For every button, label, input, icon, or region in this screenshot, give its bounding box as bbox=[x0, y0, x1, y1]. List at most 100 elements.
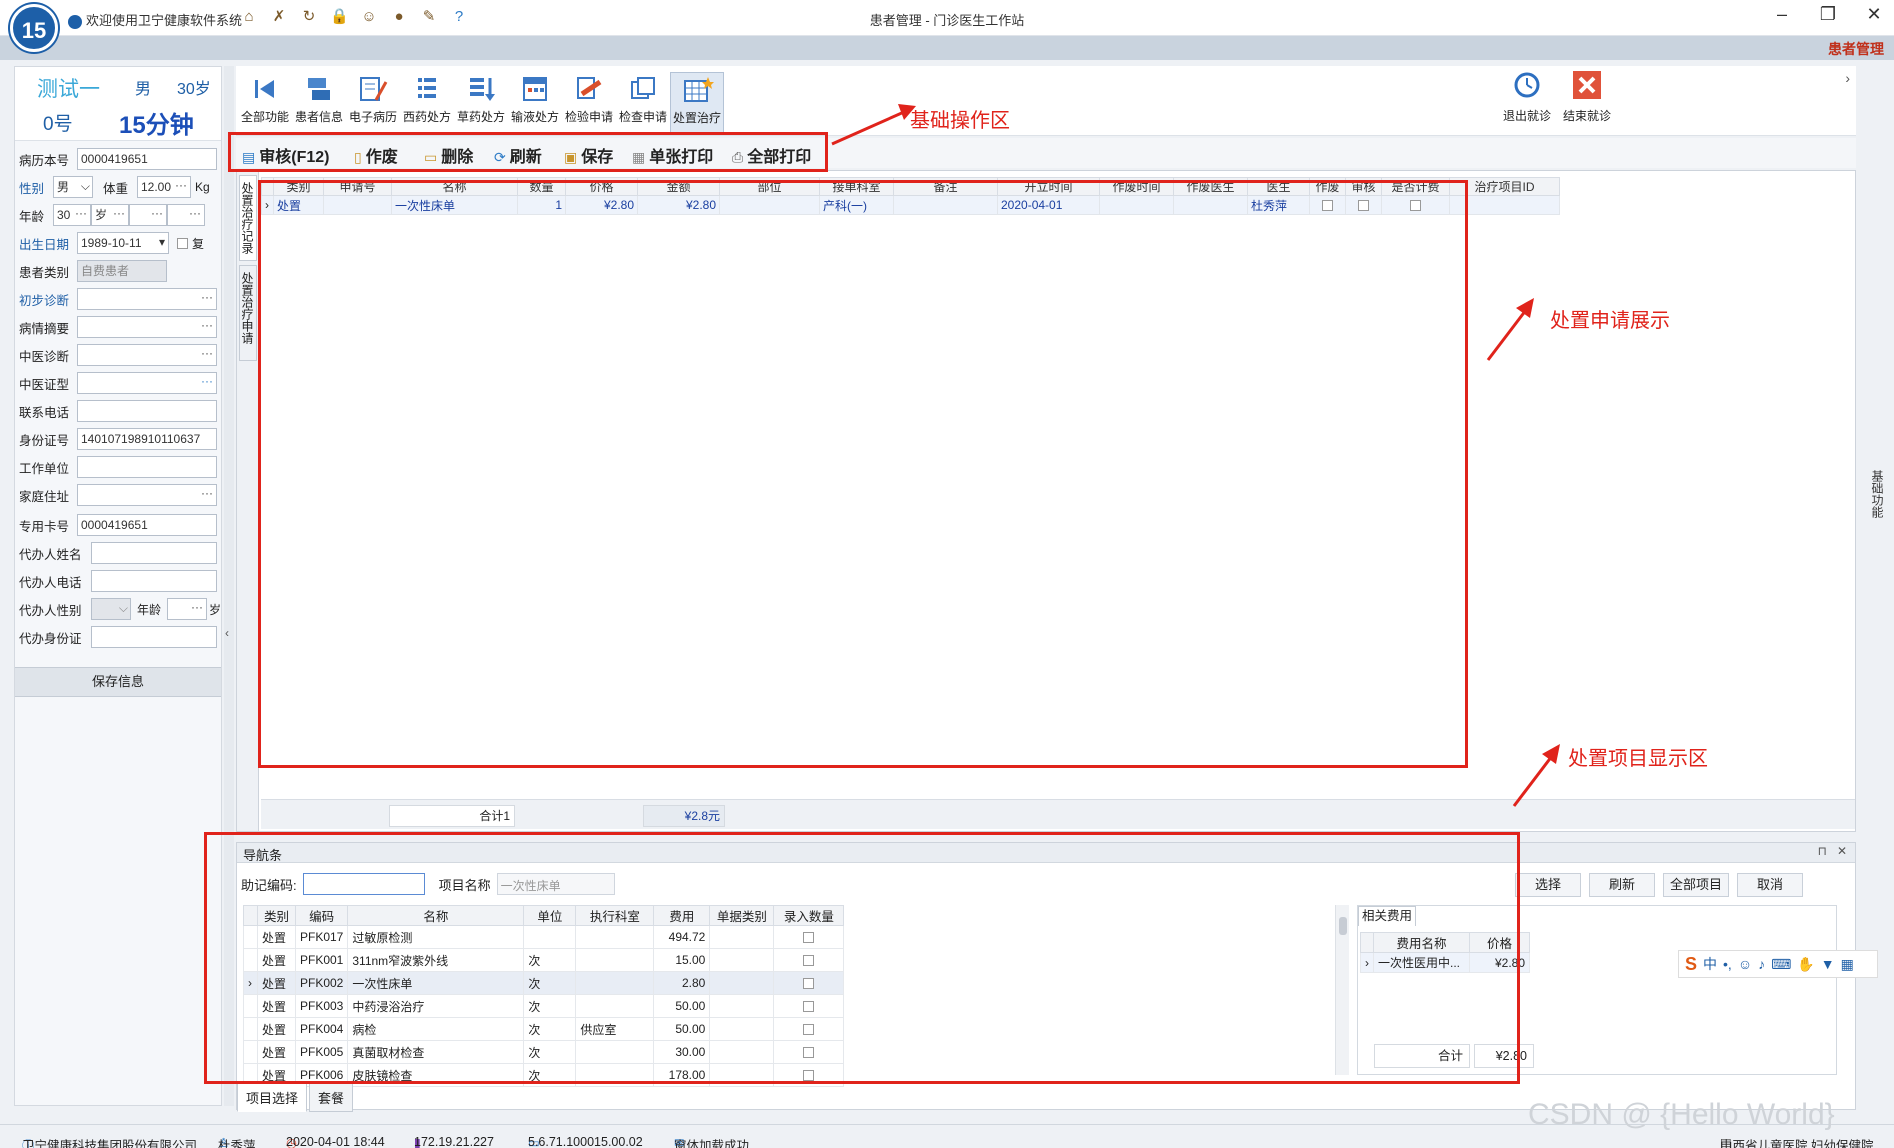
grid-header[interactable]: 部位 bbox=[719, 177, 820, 196]
age-month-field[interactable]: ··· bbox=[129, 204, 167, 226]
tab-treatment-records[interactable]: 处置治疗记录 bbox=[239, 175, 257, 261]
grid-header[interactable]: 开立时间 bbox=[997, 177, 1100, 196]
qty-checkbox[interactable] bbox=[803, 932, 815, 944]
print-one-button[interactable]: ▦ 单张打印 bbox=[632, 143, 713, 167]
globe-icon[interactable]: ● bbox=[390, 8, 408, 26]
grid-header[interactable]: 医生 bbox=[1247, 177, 1310, 196]
pin-icon[interactable]: ⊓ bbox=[1818, 844, 1827, 858]
related-col[interactable]: 费用名称 bbox=[1373, 932, 1470, 953]
menu-grid-icon[interactable]: ▦ bbox=[1841, 956, 1854, 973]
item-grid-col[interactable]: 录入数量 bbox=[773, 905, 845, 926]
help-icon[interactable]: ? bbox=[450, 8, 468, 26]
lock-icon[interactable]: 🔒 bbox=[330, 8, 349, 26]
all-items-button[interactable]: 全部项目 bbox=[1663, 873, 1729, 897]
grid-header[interactable]: 治疗项目ID bbox=[1449, 177, 1560, 196]
tab-item-select[interactable]: 项目选择 bbox=[237, 1083, 308, 1112]
birth-date-picker[interactable]: 1989-10-11 ▾ bbox=[77, 232, 169, 254]
item-grid-col[interactable]: 类别 bbox=[257, 905, 296, 926]
card-field[interactable]: 0000419651 bbox=[77, 514, 217, 536]
item-grid-col[interactable]: 单位 bbox=[523, 905, 577, 926]
related-col[interactable]: 价格 bbox=[1469, 932, 1530, 953]
record-no-field[interactable]: 0000419651 bbox=[77, 148, 217, 170]
grid-header[interactable]: 金额 bbox=[637, 177, 720, 196]
weight-field[interactable]: 12.00 ··· bbox=[137, 176, 191, 198]
grid-header[interactable]: 名称 bbox=[391, 177, 518, 196]
print-all-button[interactable]: ⎙ 全部打印 bbox=[732, 143, 811, 167]
item-name-input[interactable]: 一次性床单 bbox=[496, 873, 615, 895]
list-item[interactable]: 处置 PFK017 过敏原检测 494.72 bbox=[243, 925, 845, 949]
idcard-field[interactable]: 140107198910110637 bbox=[77, 428, 217, 450]
item-grid-col[interactable]: 费用 bbox=[653, 905, 711, 926]
grid-header[interactable]: 价格 bbox=[565, 177, 638, 196]
close-file-icon[interactable]: ✗ bbox=[270, 8, 288, 26]
toolbar-infusion-rx[interactable]: 输液处方 bbox=[508, 72, 562, 134]
phone-field[interactable] bbox=[77, 400, 217, 422]
skin-icon[interactable]: ▼ bbox=[1821, 956, 1835, 972]
restore-icon[interactable]: ❐ bbox=[1818, 4, 1838, 25]
qty-checkbox[interactable] bbox=[803, 1024, 815, 1036]
qty-checkbox[interactable] bbox=[803, 978, 815, 990]
table-row[interactable]: › 一次性医用中... ¥2.80 bbox=[1360, 952, 1530, 973]
grid-header[interactable]: 申请号 bbox=[323, 177, 392, 196]
save-info-button[interactable]: 保存信息 bbox=[15, 667, 221, 697]
grid-header[interactable]: 作废 bbox=[1309, 177, 1346, 196]
reload-icon[interactable]: ↻ bbox=[300, 8, 318, 26]
age-field[interactable]: 30 ··· bbox=[53, 204, 91, 226]
chevron-right-icon[interactable]: › bbox=[1845, 70, 1850, 86]
panel-splitter[interactable]: ‹ bbox=[224, 66, 234, 1106]
qty-checkbox[interactable] bbox=[803, 1001, 815, 1013]
category-select[interactable]: 自费患者 bbox=[77, 260, 167, 282]
addr-field[interactable]: ··· bbox=[77, 484, 217, 506]
tab-basic-functions[interactable]: 基础功能 bbox=[1869, 470, 1886, 518]
punctuation-icon[interactable]: •, bbox=[1723, 956, 1732, 972]
age-day-field[interactable]: ··· bbox=[167, 204, 205, 226]
mic-icon[interactable]: ♪ bbox=[1758, 956, 1765, 972]
item-grid-scrollbar[interactable] bbox=[1335, 905, 1349, 1075]
grid-header[interactable]: 审核 bbox=[1345, 177, 1382, 196]
qty-checkbox[interactable] bbox=[803, 1070, 815, 1082]
toolbar-treatment[interactable]: 处置治疗 bbox=[670, 72, 724, 134]
grid-header[interactable]: 接单科室 bbox=[819, 177, 894, 196]
grid-header[interactable]: 类别 bbox=[273, 177, 324, 196]
item-grid-col[interactable]: 编码 bbox=[294, 905, 349, 926]
agent-age-field[interactable]: ··· bbox=[167, 598, 207, 620]
tab-package[interactable]: 套餐 bbox=[309, 1083, 354, 1112]
minimize-icon[interactable]: – bbox=[1772, 4, 1792, 25]
close-icon[interactable]: ✕ bbox=[1837, 844, 1847, 858]
void-checkbox[interactable] bbox=[1322, 200, 1333, 212]
tools-icon[interactable]: ✎ bbox=[420, 8, 438, 26]
toolbar-all-functions[interactable]: 全部功能 bbox=[238, 72, 292, 134]
finish-visit-button[interactable]: 结束就诊 bbox=[1558, 70, 1616, 134]
code-input[interactable] bbox=[302, 873, 425, 895]
audit-checkbox[interactable] bbox=[1358, 200, 1369, 212]
ime-toolbar[interactable]: S 中 •, ☺ ♪ ⌨ ✋ ▼ ▦ bbox=[1678, 950, 1878, 978]
tcm-diag-field[interactable]: ··· bbox=[77, 344, 217, 366]
audit-button[interactable]: ▤ 审核(F12) bbox=[242, 143, 329, 167]
agent-sex-select[interactable]: ⌵ bbox=[91, 598, 131, 620]
qty-checkbox[interactable] bbox=[803, 955, 815, 967]
sex-select[interactable]: 男 ⌵ bbox=[53, 176, 93, 198]
save-button[interactable]: ▣ 保存 bbox=[564, 143, 613, 167]
grid-header[interactable]: 作废时间 bbox=[1099, 177, 1174, 196]
user-switch-icon[interactable]: ☺ bbox=[360, 8, 378, 26]
scroll-thumb[interactable] bbox=[1339, 917, 1347, 935]
list-item[interactable]: 处置 PFK001 311nm窄波紫外线次 15.00 bbox=[243, 948, 845, 972]
item-grid-col[interactable]: 执行科室 bbox=[575, 905, 655, 926]
list-item[interactable]: 处置 PFK003 中药浸浴治疗次 50.00 bbox=[243, 994, 845, 1018]
toolbar-herb-rx[interactable]: 草药处方 bbox=[454, 72, 508, 134]
billing-checkbox[interactable] bbox=[1410, 200, 1421, 212]
table-row[interactable]: › 处置 一次性床单 1 ¥2.80 ¥2.80 产科(一) 2020-04-0… bbox=[261, 195, 1560, 215]
select-button[interactable]: 选择 bbox=[1515, 873, 1581, 897]
qty-checkbox[interactable] bbox=[803, 1047, 815, 1059]
grid-header[interactable]: 备注 bbox=[893, 177, 998, 196]
toolbar-exam-request[interactable]: 检查申请 bbox=[616, 72, 670, 134]
age-unit-field[interactable]: 岁 ··· bbox=[91, 204, 129, 226]
toolbar-lab-request[interactable]: 检验申请 bbox=[562, 72, 616, 134]
refresh-list-button[interactable]: 刷新 bbox=[1589, 873, 1655, 897]
void-button[interactable]: ▯ 作废 bbox=[354, 143, 398, 167]
list-item[interactable]: 处置 PFK004 病检次供应室 50.00 bbox=[243, 1017, 845, 1041]
work-field[interactable] bbox=[77, 456, 217, 478]
agent-phone-field[interactable] bbox=[91, 570, 217, 592]
delete-button[interactable]: ▭ 删除 bbox=[424, 143, 473, 167]
home-icon[interactable]: ⌂ bbox=[240, 8, 258, 26]
